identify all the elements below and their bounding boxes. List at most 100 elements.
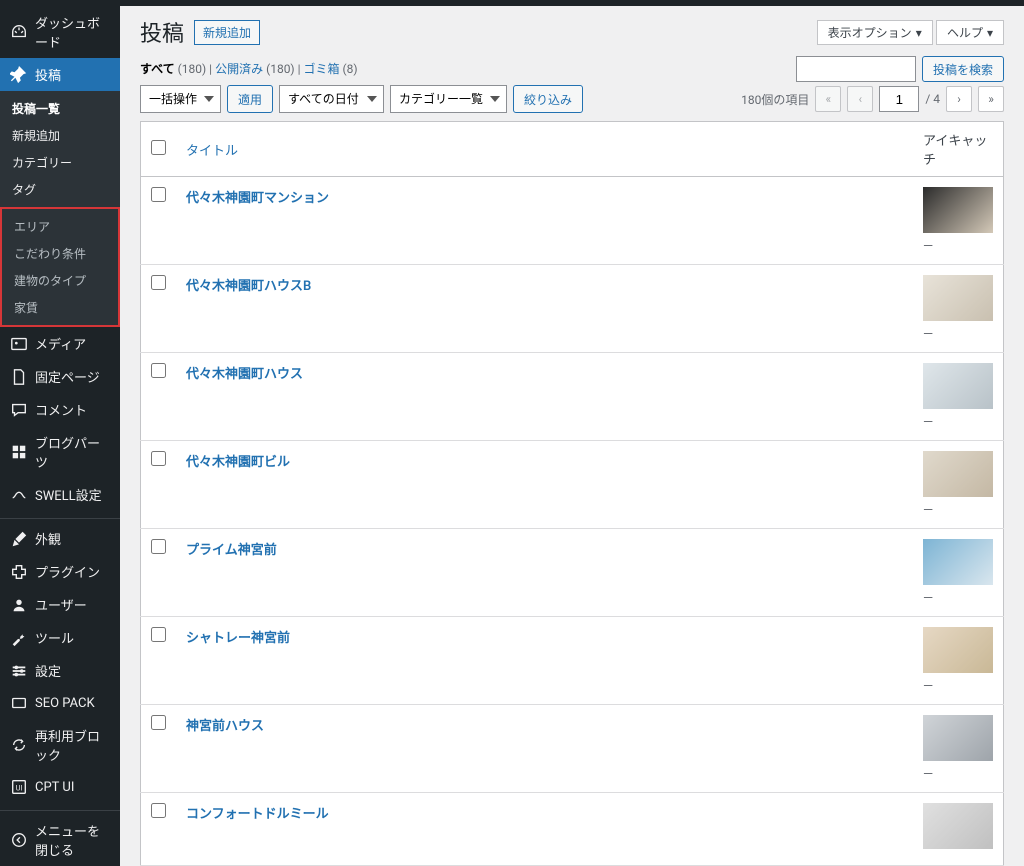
- filter-published-count: (180): [266, 62, 295, 76]
- sidebar-item-tools[interactable]: ツール: [0, 621, 120, 654]
- screen-options-label: 表示オプション: [828, 24, 912, 41]
- screen-options-button[interactable]: 表示オプション ▾: [817, 20, 933, 45]
- thumb-dash: —: [923, 327, 993, 342]
- date-filter-select[interactable]: すべての日付: [279, 85, 384, 113]
- filter-all-count: (180): [178, 62, 207, 76]
- submenu-category[interactable]: カテゴリー: [0, 149, 120, 176]
- table-row: 代々木神園町ハウスB —: [141, 265, 1004, 353]
- posts-submenu-taxonomies: エリア こだわり条件 建物のタイプ 家賃: [0, 207, 120, 327]
- sidebar-item-media[interactable]: メディア: [0, 327, 120, 360]
- next-page-button[interactable]: ›: [946, 86, 972, 112]
- search-button[interactable]: 投稿を検索: [922, 56, 1004, 82]
- submenu-area[interactable]: エリア: [2, 213, 118, 240]
- sidebar-label: メディア: [35, 334, 86, 353]
- submenu-building-type[interactable]: 建物のタイプ: [2, 267, 118, 294]
- sidebar-item-settings[interactable]: 設定: [0, 654, 120, 687]
- sidebar-label: 設定: [35, 661, 61, 680]
- category-filter-select[interactable]: カテゴリー一覧: [390, 85, 507, 113]
- bulk-action-select[interactable]: 一括操作: [140, 85, 221, 113]
- blogparts-icon: [10, 443, 28, 461]
- post-thumbnail: [923, 275, 993, 321]
- sidebar-item-posts[interactable]: 投稿: [0, 58, 120, 91]
- row-checkbox[interactable]: [151, 451, 166, 466]
- sidebar-label: CPT UI: [35, 780, 74, 795]
- sidebar-item-comments[interactable]: コメント: [0, 393, 120, 426]
- post-title-link[interactable]: 代々木神園町ハウス: [186, 367, 303, 382]
- select-all-checkbox[interactable]: [151, 140, 166, 155]
- row-checkbox[interactable]: [151, 275, 166, 290]
- submenu-kodawari[interactable]: こだわり条件: [2, 240, 118, 267]
- sidebar-label: SWELL設定: [35, 485, 102, 504]
- sidebar-item-plugins[interactable]: プラグイン: [0, 555, 120, 588]
- add-new-button[interactable]: 新規追加: [194, 20, 260, 45]
- row-checkbox[interactable]: [151, 715, 166, 730]
- thumb-column-header: アイキャッチ: [913, 122, 1004, 177]
- search-input[interactable]: [796, 56, 916, 82]
- sidebar-collapse[interactable]: メニューを閉じる: [0, 814, 120, 866]
- page-title: 投稿: [140, 16, 184, 48]
- row-checkbox[interactable]: [151, 187, 166, 202]
- row-checkbox[interactable]: [151, 627, 166, 642]
- sidebar-label: SEO PACK: [35, 696, 95, 711]
- row-checkbox[interactable]: [151, 803, 166, 818]
- swell-icon: [10, 486, 28, 504]
- post-title-link[interactable]: プライム神宮前: [186, 543, 277, 558]
- post-title-link[interactable]: 代々木神園町ハウスB: [186, 279, 311, 294]
- sidebar-label: コメント: [35, 400, 87, 419]
- row-checkbox[interactable]: [151, 363, 166, 378]
- sidebar-item-appearance[interactable]: 外観: [0, 522, 120, 555]
- post-title-link[interactable]: コンフォートドルミール: [186, 807, 329, 822]
- sidebar-item-cptui[interactable]: UI CPT UI: [0, 771, 120, 803]
- filter-button[interactable]: 絞り込み: [513, 85, 583, 113]
- filter-trash[interactable]: ゴミ箱: [304, 62, 340, 76]
- row-checkbox[interactable]: [151, 539, 166, 554]
- sidebar-item-swell[interactable]: SWELL設定: [0, 478, 120, 511]
- post-title-link[interactable]: 代々木神園町ビル: [186, 455, 290, 470]
- sidebar-label: メニューを閉じる: [35, 821, 110, 859]
- sidebar-item-reusable[interactable]: 再利用ブロック: [0, 719, 120, 771]
- filter-published[interactable]: 公開済み: [215, 62, 263, 76]
- collapse-icon: [10, 831, 28, 849]
- posts-submenu: 投稿一覧 新規追加 カテゴリー タグ: [0, 91, 120, 207]
- table-row: 神宮前ハウス —: [141, 705, 1004, 793]
- sidebar-item-blogparts[interactable]: ブログパーツ: [0, 426, 120, 478]
- items-count: 180個の項目: [741, 91, 809, 108]
- current-page-input[interactable]: [879, 86, 919, 112]
- help-label: ヘルプ: [947, 24, 983, 41]
- post-title-link[interactable]: 神宮前ハウス: [186, 719, 264, 734]
- table-row: プライム神宮前 —: [141, 529, 1004, 617]
- post-thumbnail: [923, 187, 993, 233]
- last-page-button[interactable]: »: [978, 86, 1004, 112]
- sidebar-label: 投稿: [35, 65, 61, 84]
- submenu-posts-new[interactable]: 新規追加: [0, 122, 120, 149]
- table-row: コンフォートドルミール: [141, 793, 1004, 866]
- sidebar-item-users[interactable]: ユーザー: [0, 588, 120, 621]
- title-column-header[interactable]: タイトル: [186, 144, 238, 159]
- thumb-dash: —: [923, 415, 993, 430]
- help-button[interactable]: ヘルプ ▾: [936, 20, 1004, 45]
- first-page-button: «: [815, 86, 841, 112]
- post-title-link[interactable]: 代々木神園町マンション: [186, 191, 329, 206]
- sidebar-item-dashboard[interactable]: ダッシュボード: [0, 6, 120, 58]
- caret-down-icon: ▾: [987, 26, 993, 40]
- submenu-posts-list[interactable]: 投稿一覧: [0, 95, 120, 122]
- seo-icon: [10, 694, 28, 712]
- sidebar-label: ユーザー: [35, 595, 87, 614]
- sidebar-label: ブログパーツ: [35, 433, 110, 471]
- post-thumbnail: [923, 539, 993, 585]
- sidebar-item-seopack[interactable]: SEO PACK: [0, 687, 120, 719]
- sidebar-item-pages[interactable]: 固定ページ: [0, 360, 120, 393]
- admin-sidebar: ダッシュボード 投稿 投稿一覧 新規追加 カテゴリー タグ エリア こだわり条件…: [0, 0, 120, 866]
- sidebar-label: 外観: [35, 529, 61, 548]
- apply-button[interactable]: 適用: [227, 85, 273, 113]
- thumb-dash: —: [923, 591, 993, 606]
- cptui-icon: UI: [10, 778, 28, 796]
- table-row: シャトレー神宮前 —: [141, 617, 1004, 705]
- post-title-link[interactable]: シャトレー神宮前: [186, 631, 290, 646]
- separator: [0, 514, 120, 519]
- filter-all[interactable]: すべて: [140, 62, 175, 76]
- sidebar-label: プラグイン: [35, 562, 100, 581]
- submenu-yachin[interactable]: 家賃: [2, 294, 118, 321]
- submenu-tag[interactable]: タグ: [0, 176, 120, 203]
- sidebar-label: ダッシュボード: [35, 13, 110, 51]
